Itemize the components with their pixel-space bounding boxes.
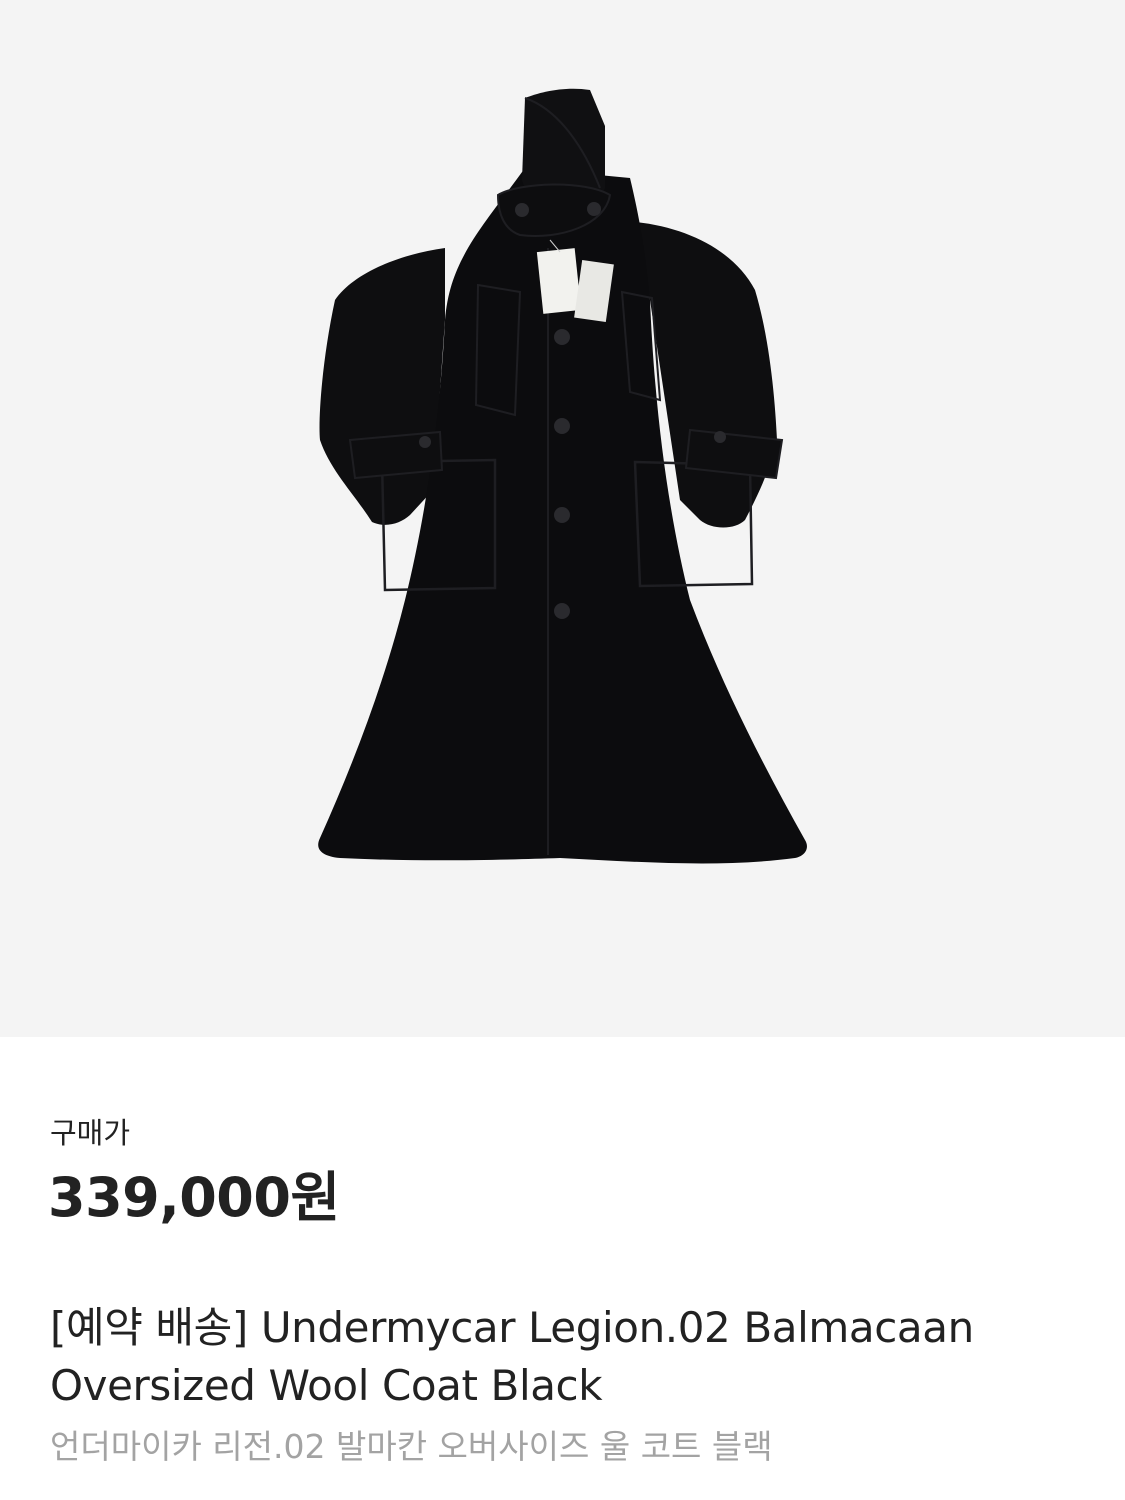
product-title-line1: [예약 배송] Undermycar Legion.02 Balmacaan <box>50 1303 974 1352</box>
product-title: [예약 배송] Undermycar Legion.02 Balmacaan O… <box>50 1299 1090 1415</box>
product-price: 339,000원 <box>48 1166 340 1229</box>
price-label: 구매가 <box>50 1116 131 1150</box>
product-title-line2: Oversized Wool Coat Black <box>50 1361 603 1410</box>
product-subtitle: 언더마이카 리전.02 발마칸 오버사이즈 울 코트 블랙 <box>50 1427 773 1466</box>
product-image-area[interactable] <box>0 0 1125 1037</box>
product-info: 구매가 339,000원 [예약 배송] Undermycar Legion.0… <box>0 1037 1125 1500</box>
product-image[interactable] <box>0 0 1125 1037</box>
